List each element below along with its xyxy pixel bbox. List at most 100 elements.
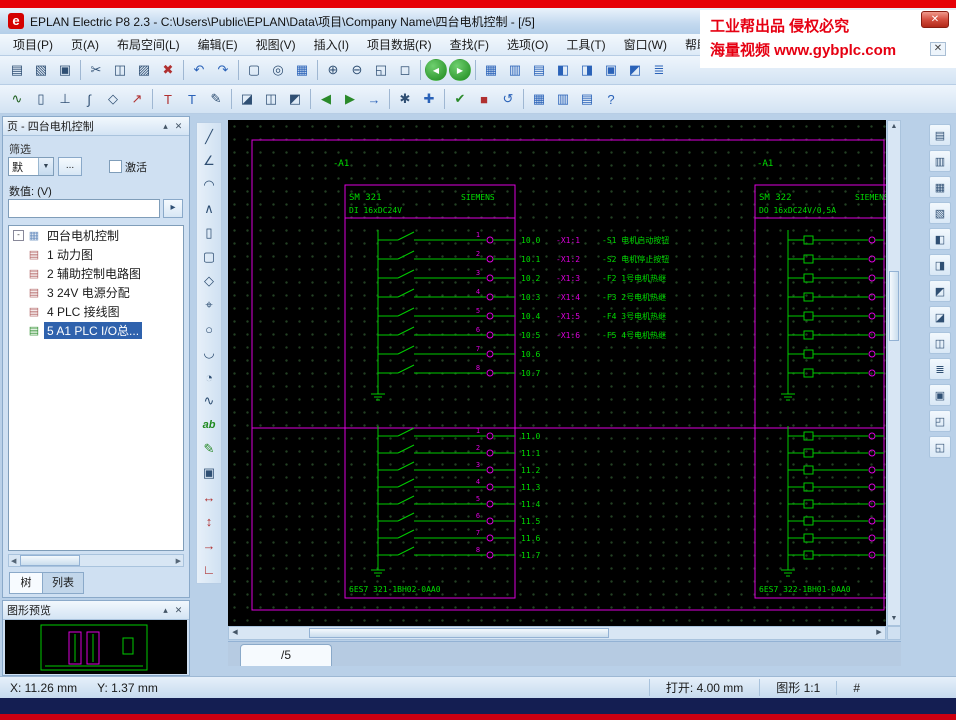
- layers-icon[interactable]: ≣: [648, 59, 670, 81]
- update-icon[interactable]: ↺: [497, 88, 519, 110]
- dimension-vertical-icon[interactable]: ↕: [198, 510, 220, 532]
- terminal-navigator-icon[interactable]: ▤: [528, 59, 550, 81]
- graphic-icon[interactable]: ✎: [205, 88, 227, 110]
- zoom-fit-icon[interactable]: ◻: [394, 59, 416, 81]
- bookmarks-toggle-icon[interactable]: ▣: [929, 384, 951, 406]
- path-text-icon[interactable]: T: [181, 88, 203, 110]
- close-icon[interactable]: ✕: [172, 121, 185, 132]
- active-checkbox[interactable]: [109, 160, 122, 173]
- edit-properties-icon[interactable]: ✱: [394, 88, 416, 110]
- horizontal-scrollbar[interactable]: ◀ ▶: [228, 626, 886, 640]
- zoom-out-icon[interactable]: ⊖: [346, 59, 368, 81]
- tree-root[interactable]: - ▦ 四台电机控制: [9, 226, 183, 245]
- terminal-icon[interactable]: ⊥: [54, 88, 76, 110]
- circle-icon[interactable]: ○: [198, 318, 220, 340]
- connections-icon[interactable]: ◨: [576, 59, 598, 81]
- scroll-right-icon[interactable]: ▶: [176, 557, 181, 565]
- parts-navigator-toggle-icon[interactable]: ◪: [929, 306, 951, 328]
- save-icon[interactable]: ▣: [54, 59, 76, 81]
- form-edit-icon[interactable]: ▥: [552, 88, 574, 110]
- dimension-linear-icon[interactable]: ↔: [198, 486, 220, 508]
- messages-icon[interactable]: ■: [473, 88, 495, 110]
- menu-item-v[interactable]: 视图(V): [247, 34, 305, 55]
- arc-segment-icon[interactable]: ◡: [198, 342, 220, 364]
- text-icon[interactable]: T: [157, 88, 179, 110]
- new-device-icon[interactable]: ✚: [418, 88, 440, 110]
- undo-icon[interactable]: ↶: [188, 59, 210, 81]
- new-page-icon[interactable]: ▤: [6, 59, 28, 81]
- line-icon[interactable]: ╱: [198, 126, 220, 148]
- zoom-in-icon[interactable]: ⊕: [322, 59, 344, 81]
- expander-icon[interactable]: -: [13, 230, 24, 241]
- value-input[interactable]: [8, 199, 160, 218]
- menu-item-o[interactable]: 选项(O): [498, 34, 557, 55]
- dimension-continued-icon[interactable]: →: [198, 534, 220, 556]
- device-navigator-icon[interactable]: ▥: [504, 59, 526, 81]
- prev-page-icon[interactable]: ◀: [315, 88, 337, 110]
- text-tool-icon[interactable]: ab: [198, 414, 220, 436]
- graphical-preview-toggle-icon[interactable]: ▥: [929, 150, 951, 172]
- select-icon[interactable]: ▢: [243, 59, 265, 81]
- close-icon[interactable]: ✕: [172, 605, 185, 616]
- open-project-icon[interactable]: ▧: [30, 59, 52, 81]
- window-close-button[interactable]: ✕: [921, 11, 949, 28]
- chevron-down-icon[interactable]: ▼: [38, 158, 53, 175]
- scroll-left-icon[interactable]: ◀: [229, 627, 241, 639]
- redo-icon[interactable]: ↷: [212, 59, 234, 81]
- delete-icon[interactable]: ✖: [157, 59, 179, 81]
- cable-definition-icon[interactable]: ∫: [78, 88, 100, 110]
- plc-navigator-icon[interactable]: ▦: [480, 59, 502, 81]
- window-macro-icon[interactable]: ◫: [260, 88, 282, 110]
- vertical-scrollbar[interactable]: ▲ ▼: [887, 120, 901, 626]
- edit-text-icon[interactable]: ✎: [198, 438, 220, 460]
- cable-navigator-icon[interactable]: ◧: [552, 59, 574, 81]
- symbol-macro-icon[interactable]: ◩: [284, 88, 306, 110]
- target-point-icon[interactable]: ⌖: [198, 294, 220, 316]
- menu-item-p[interactable]: 项目(P): [4, 34, 62, 55]
- browse-button[interactable]: ...: [58, 157, 82, 176]
- goto-page-icon[interactable]: →: [363, 88, 385, 110]
- tree-item-page-3[interactable]: ▤ 3 24V 电源分配: [9, 283, 183, 302]
- scroll-left-icon[interactable]: ◀: [11, 557, 16, 565]
- menu-item-t[interactable]: 工具(T): [557, 34, 614, 55]
- tab-tree[interactable]: 树: [9, 572, 43, 594]
- tree-item-page-5[interactable]: ▤ 5 A1 PLC I/O总...: [9, 321, 183, 340]
- paste-icon[interactable]: ▨: [133, 59, 155, 81]
- dimension-angle-icon[interactable]: ∟: [198, 558, 220, 580]
- layers-toggle-icon[interactable]: ≣: [929, 358, 951, 380]
- symbol-icon[interactable]: ∿: [6, 88, 28, 110]
- device-box-icon[interactable]: ▯: [30, 88, 52, 110]
- rectangle-icon[interactable]: ▯: [198, 222, 220, 244]
- properties-toggle-icon[interactable]: ◰: [929, 410, 951, 432]
- scroll-right-icon[interactable]: ▶: [873, 627, 885, 639]
- table-edit-icon[interactable]: ▦: [528, 88, 550, 110]
- terminal-navigator-toggle-icon[interactable]: ◧: [929, 228, 951, 250]
- scroll-thumb[interactable]: [309, 628, 609, 638]
- next-page-icon[interactable]: ▶: [339, 88, 361, 110]
- interruption-point-icon[interactable]: ↗: [126, 88, 148, 110]
- macro-navigator-toggle-icon[interactable]: ◫: [929, 332, 951, 354]
- page-macro-icon[interactable]: ◪: [236, 88, 258, 110]
- menu-item-l[interactable]: 布局空间(L): [108, 34, 189, 55]
- angle-icon[interactable]: ∠: [198, 150, 220, 172]
- menu-item-i[interactable]: 插入(I): [305, 34, 358, 55]
- calculator-icon[interactable]: ▦: [291, 59, 313, 81]
- scroll-down-icon[interactable]: ▼: [888, 613, 900, 625]
- menu-item-a[interactable]: 页(A): [62, 34, 108, 55]
- document-close-button[interactable]: ✕: [930, 42, 946, 56]
- page-tab[interactable]: /5: [240, 644, 332, 666]
- tab-list[interactable]: 列表: [42, 572, 84, 594]
- cable-navigator-toggle-icon[interactable]: ◨: [929, 254, 951, 276]
- menu-item-f[interactable]: 查找(F): [441, 34, 498, 55]
- spline-icon[interactable]: ∿: [198, 390, 220, 412]
- menu-item-r[interactable]: 项目数据(R): [358, 34, 441, 55]
- plc-navigator-toggle-icon[interactable]: ▧: [929, 202, 951, 224]
- connection-navigator-toggle-icon[interactable]: ◩: [929, 280, 951, 302]
- tree-scrollbar[interactable]: ◀ ▶: [8, 554, 184, 567]
- pin-icon[interactable]: ▴: [159, 605, 172, 616]
- tree-item-page-4[interactable]: ▤ 4 PLC 接线图: [9, 302, 183, 321]
- pin-icon[interactable]: ▴: [159, 121, 172, 132]
- menu-item-e[interactable]: 编辑(E): [189, 34, 247, 55]
- device-navigator-toggle-icon[interactable]: ▦: [929, 176, 951, 198]
- scroll-thumb[interactable]: [889, 271, 899, 341]
